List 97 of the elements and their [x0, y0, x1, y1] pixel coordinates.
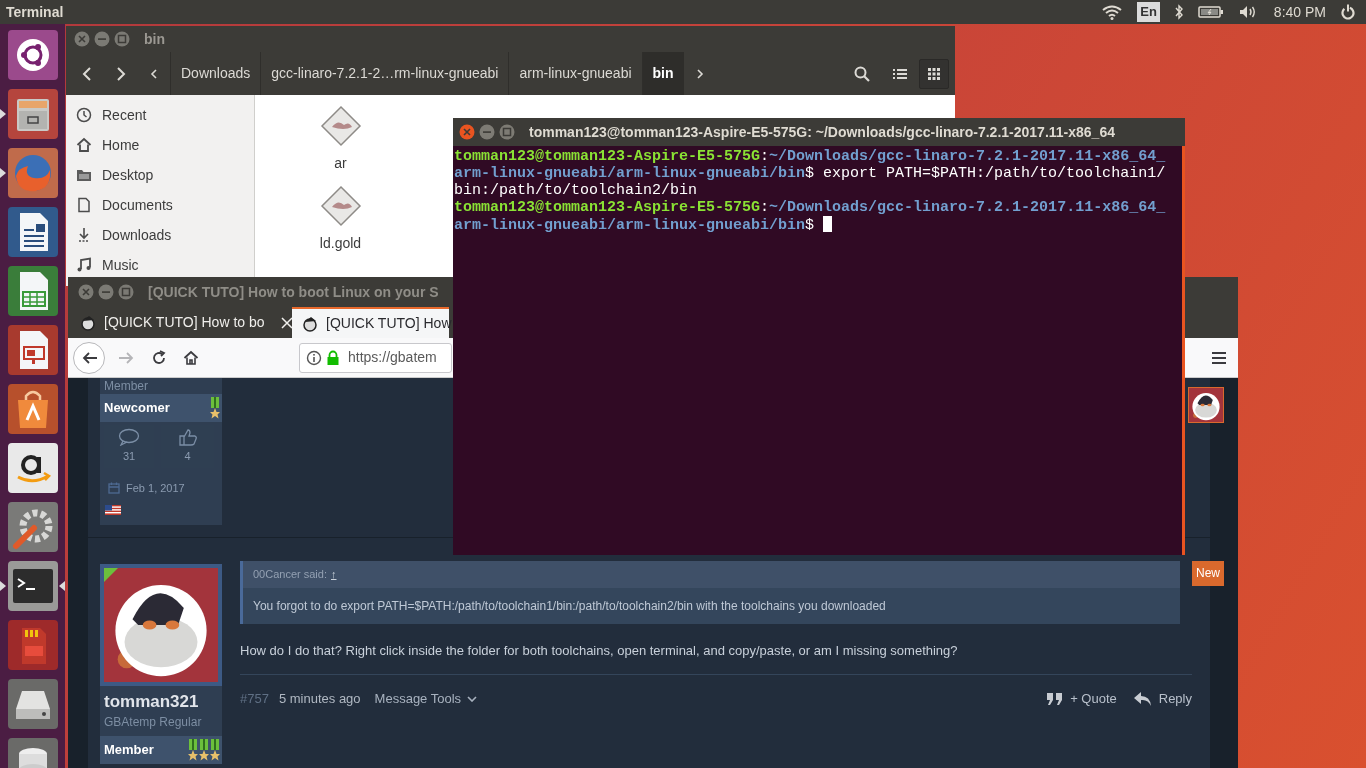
rank-label: Member: [104, 740, 154, 759]
download-icon: [76, 227, 92, 243]
quote-text: You forgot to do export PATH=$PATH:/path/to/toolchain1/bin:/path/to/toolchain2/bin with the toolchains you downloaded: [253, 597, 886, 615]
sidebar-item[interactable]: Recent: [102, 104, 147, 126]
sidebar-item[interactable]: Music: [102, 254, 139, 276]
scroll-left-icon[interactable]: [150, 67, 158, 80]
document-icon: [76, 197, 92, 213]
sd-card-icon[interactable]: [7, 620, 58, 670]
list-view-icon[interactable]: [893, 67, 907, 80]
home-icon: [76, 137, 92, 153]
reply-arrow-icon: [1132, 690, 1153, 707]
sidebar-item[interactable]: Documents: [102, 194, 173, 216]
close-button[interactable]: [459, 124, 475, 140]
corner-badge-icon: [104, 567, 118, 582]
maximize-button[interactable]: [118, 284, 134, 300]
close-button[interactable]: [78, 284, 94, 300]
join-date: Feb 1, 2017: [126, 481, 185, 496]
spreadsheet-icon[interactable]: [7, 266, 58, 316]
sidebar-item[interactable]: Downloads: [102, 224, 172, 246]
terminal-icon[interactable]: [7, 561, 58, 611]
speech-bubble-icon: [118, 428, 140, 447]
document-icon[interactable]: [7, 207, 58, 257]
circle-logo-icon[interactable]: [7, 30, 58, 80]
music-icon: [76, 257, 92, 273]
medal-icon: [199, 738, 209, 761]
file-name[interactable]: ld.gold: [319, 233, 362, 254]
medal-icon: [210, 738, 220, 761]
executable-file-icon[interactable]: [319, 105, 362, 147]
minimize-button[interactable]: [98, 284, 114, 300]
medal-icon: [210, 397, 220, 419]
back-button[interactable]: [73, 341, 105, 374]
quote-author: 00Cancer said:: [253, 566, 327, 582]
close-icon[interactable]: [280, 316, 293, 329]
folder-icon: [76, 167, 92, 183]
arrow-left-icon: [81, 349, 97, 366]
favicon-icon: [302, 315, 318, 332]
app-name: Terminal: [6, 2, 64, 22]
new-badge: New: [1192, 560, 1224, 586]
post-body: How do I do that? Right click inside the folder for both toolchains, open terminal, and copy/paste, or am I missing something?: [240, 641, 959, 660]
keyboard-layout-indicator[interactable]: En: [1137, 2, 1160, 22]
terminal-line: tomman123@tomman123-Aspire-E5-575G:~/Downloads/gcc-linaro-7.2.1-2017.11-x86_64_arm-linux-gnueabi/arm-linux-gnueabi/bin$: [454, 199, 1167, 234]
window-title: bin: [144, 29, 165, 49]
home-icon: [183, 349, 199, 366]
maximize-button[interactable]: [114, 31, 130, 47]
window-title: tomman123@tomman123-Aspire-E5-575G: ~/Downloads/gcc-linaro-7.2.1-2017.11-x86_64: [529, 122, 1115, 142]
file-name[interactable]: ar: [334, 153, 347, 174]
bluetooth-icon[interactable]: [1173, 4, 1184, 20]
search-icon[interactable]: [853, 64, 871, 83]
shopping-bag-icon[interactable]: [7, 384, 58, 434]
sidebar-item[interactable]: Desktop: [102, 164, 154, 186]
thumbs-up-icon: [177, 428, 198, 447]
user-title: Member: [103, 378, 149, 394]
rank-label: Newcomer: [104, 399, 170, 418]
menu-icon[interactable]: [1212, 350, 1228, 365]
wifi-icon[interactable]: [1101, 4, 1124, 20]
clock-icon: [76, 107, 92, 123]
reply-button[interactable]: Reply: [1132, 689, 1192, 709]
url-field[interactable]: https://gbatem: [299, 342, 452, 373]
scroll-right-icon[interactable]: [695, 67, 704, 80]
globe-icon[interactable]: [7, 148, 58, 198]
quote-marks-icon: [1046, 691, 1065, 706]
battery-icon[interactable]: [1197, 5, 1224, 19]
info-icon[interactable]: [306, 349, 322, 366]
file-cabinet-icon[interactable]: [7, 89, 58, 139]
tab-label: [QUICK TUTO] How to bo: [104, 313, 265, 332]
message-tools-button[interactable]: Message Tools: [374, 689, 478, 709]
quote-button[interactable]: + Quote: [1046, 689, 1117, 709]
path-button[interactable]: bin: [641, 52, 684, 95]
wrench-gear-icon[interactable]: [7, 502, 58, 552]
hard-drive-icon[interactable]: [7, 679, 58, 729]
username[interactable]: tomman321: [100, 685, 222, 712]
terminal-line: tomman123@tomman123-Aspire-E5-575G:~/Downloads/gcc-linaro-7.2.1-2017.11-x86_64_arm-linux-gnueabi/arm-linux-gnueabi/bin$ export PATH=$PATH:/path/to/toolchain1/bin:/path/to/toolchain2/bin: [454, 148, 1167, 199]
clock[interactable]: 8:40 PM: [1273, 1, 1326, 23]
volume-icon[interactable]: [1237, 4, 1258, 20]
message-count: 31: [122, 449, 136, 465]
grid-view-icon: [928, 67, 940, 80]
executable-file-icon[interactable]: [319, 185, 362, 227]
user-title: GBAtemp Regular: [103, 713, 203, 731]
window-title: [QUICK TUTO] How to boot Linux on your S: [148, 282, 439, 302]
minimize-button[interactable]: [479, 124, 495, 140]
chevron-down-icon: [467, 695, 478, 702]
grid-view-button[interactable]: [919, 58, 949, 89]
minimize-button[interactable]: [94, 31, 110, 47]
medal-icon: [188, 738, 198, 761]
like-count: 4: [184, 449, 191, 465]
post-time: 5 minutes ago: [278, 690, 361, 708]
calendar-icon: [108, 482, 120, 495]
power-icon[interactable]: [1340, 4, 1356, 20]
quote-link[interactable]: ↑: [331, 565, 337, 583]
maximize-button[interactable]: [499, 124, 515, 140]
sidebar-item[interactable]: Home: [102, 134, 140, 156]
close-button[interactable]: [74, 31, 90, 47]
reload-icon: [151, 349, 167, 366]
favicon-icon: [80, 314, 96, 331]
flag-icon: [105, 504, 121, 515]
presentation-icon[interactable]: [7, 325, 58, 375]
url-text: https://gbatem: [348, 348, 437, 367]
